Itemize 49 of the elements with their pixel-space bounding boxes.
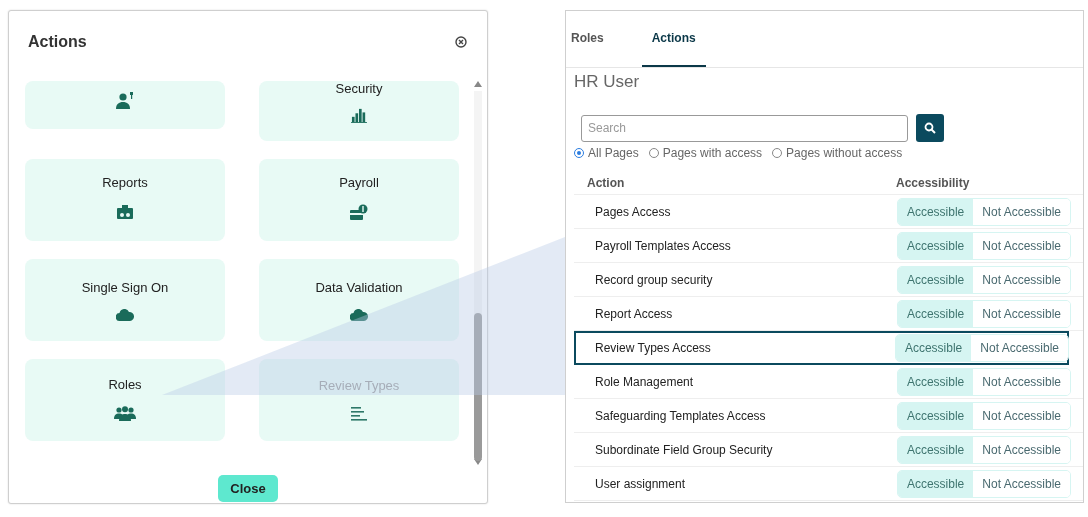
access-option[interactable]: Accessible bbox=[897, 368, 974, 395]
cloud-icon bbox=[350, 309, 368, 321]
text-lines-icon bbox=[351, 407, 367, 421]
access-option[interactable]: Accessible bbox=[895, 335, 972, 361]
dialog-title: Actions bbox=[28, 33, 87, 51]
person-key-icon bbox=[116, 92, 134, 109]
bar-chart-icon bbox=[350, 108, 368, 123]
access-option[interactable]: Accessible bbox=[897, 436, 974, 463]
access-option[interactable]: Accessible bbox=[897, 300, 974, 327]
action-card[interactable]: Single Sign On bbox=[25, 259, 225, 341]
action-name: Role Management bbox=[595, 374, 694, 389]
scrollbar[interactable] bbox=[473, 81, 483, 465]
access-option[interactable]: Accessible bbox=[897, 470, 974, 497]
access-option[interactable]: Accessible bbox=[897, 198, 974, 225]
action-name: Report Access bbox=[595, 306, 673, 321]
radio-label[interactable]: Pages with access bbox=[662, 146, 763, 160]
card-coin-icon bbox=[350, 204, 368, 221]
action-card[interactable]: Security bbox=[259, 81, 459, 141]
cloud-icon bbox=[116, 309, 134, 321]
action-name: Subordinate Field Group Security bbox=[595, 442, 773, 457]
action-name: User assignment bbox=[595, 476, 686, 491]
action-name: Payroll Templates Access bbox=[595, 238, 731, 253]
action-name: Review Types Access bbox=[595, 341, 711, 355]
action-name: Record group security bbox=[595, 272, 713, 287]
scroll-up-icon[interactable] bbox=[474, 81, 482, 87]
column-header: Accessibility bbox=[896, 176, 970, 191]
action-card[interactable]: Roles bbox=[25, 359, 225, 441]
search-icon bbox=[924, 122, 936, 134]
role-name: HR User bbox=[574, 72, 641, 93]
close-button[interactable]: Close bbox=[218, 475, 278, 502]
radio-label[interactable]: All Pages bbox=[588, 146, 639, 160]
access-option[interactable]: Accessible bbox=[897, 232, 974, 259]
tab[interactable]: Actions bbox=[641, 11, 706, 67]
tab[interactable]: Roles bbox=[566, 11, 614, 67]
briefcase-people-icon bbox=[116, 204, 134, 221]
action-card[interactable]: Payroll bbox=[259, 159, 459, 241]
people-group-icon bbox=[114, 406, 136, 421]
action-card[interactable]: Data Validation bbox=[259, 259, 459, 341]
close-icon[interactable] bbox=[455, 36, 467, 48]
access-option[interactable]: Accessible bbox=[897, 402, 974, 429]
access-option[interactable]: Accessible bbox=[897, 266, 974, 293]
scroll-down-icon[interactable] bbox=[474, 459, 482, 465]
radio-label[interactable]: Pages without access bbox=[786, 146, 903, 160]
action-name: Pages Access bbox=[595, 204, 671, 219]
column-header: Action bbox=[587, 176, 626, 191]
action-name: Safeguarding Templates Access bbox=[595, 408, 766, 423]
search-button[interactable] bbox=[916, 114, 944, 142]
search-field[interactable]: Search bbox=[581, 114, 908, 142]
action-card[interactable]: Reports bbox=[25, 159, 225, 241]
